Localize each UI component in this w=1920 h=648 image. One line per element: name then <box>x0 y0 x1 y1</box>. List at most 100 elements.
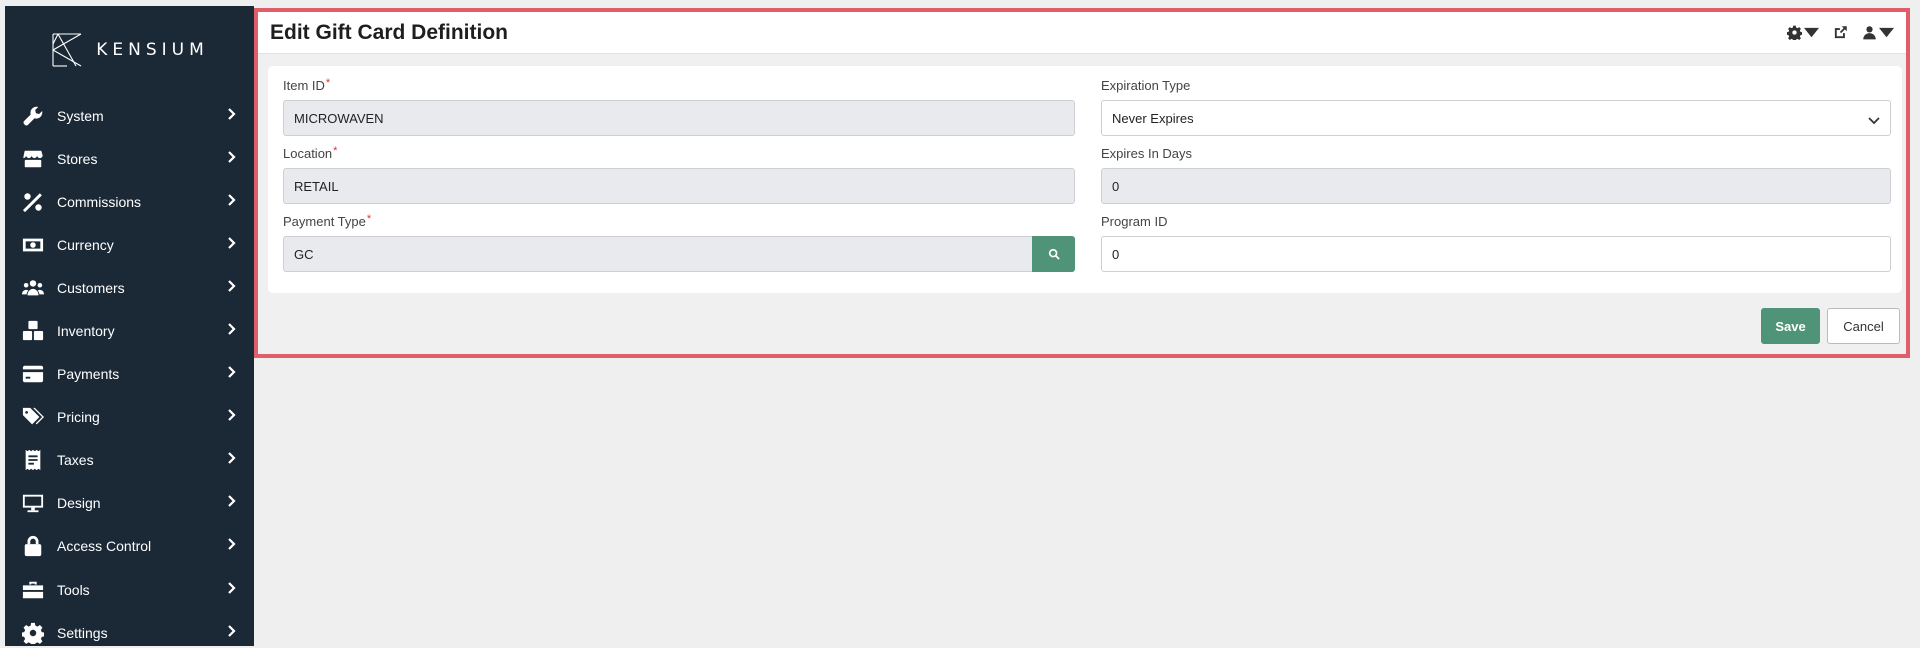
chevron-right-icon <box>226 365 236 383</box>
store-icon <box>21 147 45 171</box>
sidebar-item-stores[interactable]: Stores <box>5 137 254 180</box>
gift-card-form: Item ID* MICROWAVEN Location* RETAIL Pay… <box>268 66 1902 293</box>
sidebar-item-label: Pricing <box>57 409 100 426</box>
gear-icon <box>21 621 45 645</box>
header-toolbar <box>1787 25 1894 40</box>
expires-in-days-label: Expires In Days <box>1101 146 1193 161</box>
open-external-button[interactable] <box>1833 25 1848 40</box>
chevron-right-icon <box>226 236 236 254</box>
program-id-value: 0 <box>1112 246 1120 262</box>
required-marker: * <box>325 77 331 89</box>
chevron-right-icon <box>226 494 236 512</box>
sidebar-item-inventory[interactable]: Inventory <box>5 309 254 352</box>
expires-in-days-value: 0 <box>1112 178 1120 194</box>
percent-icon <box>21 190 45 214</box>
expiration-type-select[interactable]: Never Expires <box>1101 100 1891 136</box>
sidebar: KENSIUM System Stores Commissions Curren… <box>5 6 254 646</box>
lock-icon <box>21 534 45 558</box>
sidebar-item-tools[interactable]: Tools <box>5 568 254 611</box>
sidebar-item-label: Inventory <box>57 323 115 340</box>
edit-gift-card-panel: Edit Gift Card Definition Item ID* MICRO… <box>254 8 1910 358</box>
payment-type-lookup-button[interactable] <box>1032 236 1075 272</box>
chevron-right-icon <box>226 150 236 168</box>
sidebar-item-pricing[interactable]: Pricing <box>5 396 254 439</box>
program-id-field[interactable]: 0 <box>1101 236 1891 272</box>
sidebar-item-customers[interactable]: Customers <box>5 266 254 309</box>
location-label: Location* <box>283 145 338 161</box>
sidebar-item-label: Payments <box>57 366 120 383</box>
receipt-icon <box>21 448 45 472</box>
required-marker: * <box>333 145 338 157</box>
brand-name: KENSIUM <box>96 40 209 60</box>
chevron-right-icon <box>226 193 236 211</box>
wrench-icon <box>21 104 45 128</box>
caret-down-icon <box>1879 27 1894 38</box>
sidebar-item-label: Tools <box>57 581 90 598</box>
sidebar-item-commissions[interactable]: Commissions <box>5 180 254 223</box>
chevron-down-icon <box>1868 113 1880 128</box>
location-value: RETAIL <box>294 178 339 194</box>
sidebar-item-system[interactable]: System <box>5 94 254 137</box>
tags-icon <box>21 405 45 429</box>
payment-type-field[interactable]: GC <box>283 236 1033 272</box>
chevron-right-icon <box>226 451 236 469</box>
caret-down-icon <box>1804 27 1819 38</box>
sidebar-item-label: Stores <box>57 150 98 167</box>
sidebar-item-label: Commissions <box>57 193 142 210</box>
kensium-logo-mark-icon <box>52 33 82 67</box>
payment-type-label-text: Payment Type <box>283 214 366 229</box>
money-bill-icon <box>21 233 45 257</box>
chevron-right-icon <box>226 624 236 642</box>
settings-menu-button[interactable] <box>1787 25 1819 40</box>
payment-type-value: GC <box>294 246 314 262</box>
item-id-value: MICROWAVEN <box>294 110 384 126</box>
external-link-icon <box>1834 26 1847 39</box>
payment-type-label: Payment Type* <box>283 213 372 229</box>
credit-card-icon <box>21 362 45 386</box>
sidebar-item-label: Access Control <box>57 538 152 555</box>
item-id-label-text: Item ID <box>283 78 325 93</box>
program-id-label: Program ID <box>1101 214 1168 229</box>
page-header: Edit Gift Card Definition <box>258 12 1906 54</box>
sidebar-item-payments[interactable]: Payments <box>5 353 254 396</box>
sidebar-item-currency[interactable]: Currency <box>5 223 254 266</box>
cancel-button[interactable]: Cancel <box>1827 308 1900 344</box>
item-id-label: Item ID* <box>283 77 331 93</box>
settings-gear-icon <box>1787 25 1802 40</box>
users-icon <box>21 276 45 300</box>
boxes-icon <box>21 319 45 343</box>
expiration-type-label: Expiration Type <box>1101 78 1191 93</box>
monitor-icon <box>21 491 45 515</box>
required-marker: * <box>366 213 372 225</box>
expires-in-days-field[interactable]: 0 <box>1101 168 1891 204</box>
sidebar-item-taxes[interactable]: Taxes <box>5 439 254 482</box>
location-field[interactable]: RETAIL <box>283 168 1075 204</box>
chevron-right-icon <box>226 322 236 340</box>
user-icon <box>1863 26 1876 40</box>
sidebar-item-label: System <box>57 107 104 124</box>
sidebar-item-label: Customers <box>57 279 125 296</box>
sidebar-item-label: Currency <box>57 236 114 253</box>
chevron-right-icon <box>226 581 236 599</box>
expiration-type-value: Never Expires <box>1112 110 1194 126</box>
chevron-right-icon <box>226 408 236 426</box>
sidebar-item-settings[interactable]: Settings <box>5 611 254 648</box>
sidebar-nav: System Stores Commissions Currency Custo… <box>5 94 254 648</box>
sidebar-item-label: Design <box>57 495 101 512</box>
search-icon <box>1048 248 1060 260</box>
page-title: Edit Gift Card Definition <box>270 20 508 44</box>
kensium-logo[interactable]: KENSIUM <box>5 6 254 94</box>
sidebar-item-label: Settings <box>57 624 108 641</box>
save-button[interactable]: Save <box>1761 308 1820 344</box>
toolbox-icon <box>21 578 45 602</box>
sidebar-item-design[interactable]: Design <box>5 482 254 525</box>
chevron-right-icon <box>226 107 236 125</box>
chevron-right-icon <box>226 537 236 555</box>
location-label-text: Location <box>283 146 333 161</box>
chevron-right-icon <box>226 279 236 297</box>
sidebar-item-access-control[interactable]: Access Control <box>5 525 254 568</box>
sidebar-item-label: Taxes <box>57 452 94 469</box>
form-actions: Save Cancel <box>1761 308 1900 344</box>
user-menu-button[interactable] <box>1862 25 1894 40</box>
item-id-field[interactable]: MICROWAVEN <box>283 100 1075 136</box>
